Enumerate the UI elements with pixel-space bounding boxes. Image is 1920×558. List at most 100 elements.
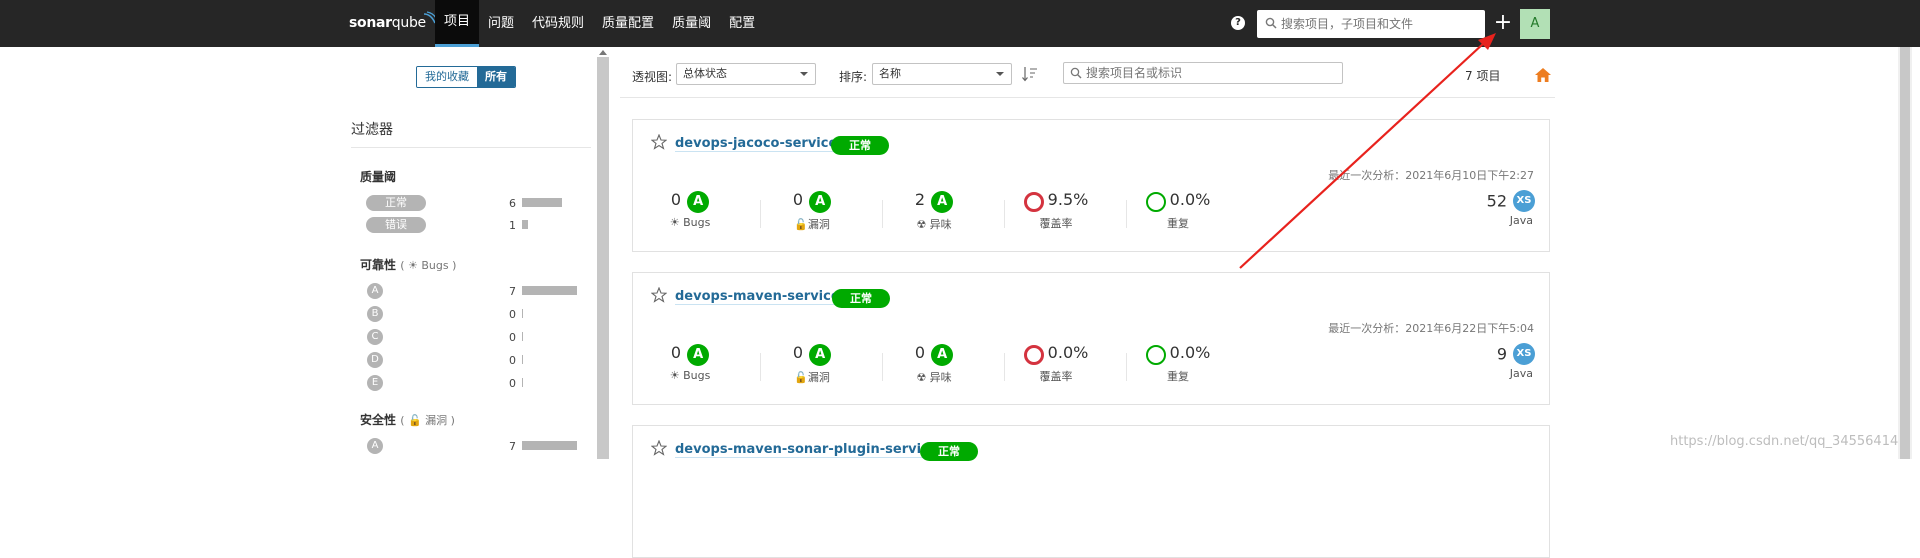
metric-bugs[interactable]: 0A ☀ Bugs [645, 190, 735, 229]
project-card: devops-maven-sonar-plugin-service 正常 [632, 425, 1550, 558]
add-icon[interactable]: + [1493, 9, 1513, 37]
facet-quality-gate-ok[interactable]: 正常 [366, 195, 426, 211]
facet-reliability-rating-b[interactable]: B [367, 306, 383, 322]
bugs-label: ☀ Bugs [645, 216, 735, 229]
sort-direction-icon[interactable] [1022, 66, 1038, 82]
star-icon[interactable] [651, 287, 667, 303]
facet-count: 1 [509, 219, 516, 232]
perspective-value: 总体状态 [683, 67, 727, 80]
watermark: https://blog.csdn.net/qq_34556414 [1670, 434, 1899, 449]
sonarqube-logo[interactable]: sonarqube [349, 11, 437, 31]
facet-count: 0 [509, 308, 516, 321]
metric-bugs[interactable]: 0A ☀ Bugs [645, 343, 735, 382]
perspective-label: 透视图: [632, 70, 673, 84]
language: Java [1509, 367, 1533, 380]
loc-value: 9 [1496, 344, 1507, 364]
metric-duplications[interactable]: 0.0% 重复 [1133, 343, 1223, 384]
sort-select[interactable]: 名称 [872, 63, 1012, 85]
sidebar-scroll-up-icon[interactable] [599, 50, 607, 55]
project-card: devops-jacoco-service 正常 最近一次分析：2021年6月1… [632, 119, 1550, 252]
metric-coverage[interactable]: 9.5% 覆盖率 [1011, 190, 1101, 231]
global-search[interactable] [1257, 10, 1485, 38]
facet-bar [522, 378, 523, 387]
help-icon[interactable]: ? [1231, 16, 1245, 30]
coverage-value: 9.5% [1047, 190, 1089, 209]
perspective-select[interactable]: 总体状态 [676, 63, 816, 85]
status-badge: 正常 [920, 442, 978, 461]
code-smells-rating: A [931, 343, 954, 366]
facet-bar [522, 220, 528, 229]
bugs-label-text: Bugs [683, 368, 711, 382]
duplications-label: 重复 [1167, 369, 1189, 383]
code-smells-label-text: 异味 [929, 217, 952, 231]
radiation-icon: ☢ [916, 217, 930, 231]
project-size[interactable]: 9 XS Java [1497, 343, 1535, 380]
global-search-input[interactable] [1281, 15, 1479, 33]
project-name-link[interactable]: devops-jacoco-service [675, 136, 838, 152]
facet-bar [522, 332, 523, 341]
search-icon [1265, 17, 1277, 29]
page-scrollbar[interactable] [1898, 47, 1912, 459]
metric-code-smells[interactable]: 2A ☢ 异味 [889, 190, 979, 232]
nav-rules[interactable]: 代码规则 [523, 0, 593, 47]
facet-reliability-rating-d[interactable]: D [367, 352, 383, 368]
home-icon[interactable] [1535, 68, 1551, 82]
project-name-link[interactable]: devops-maven-sonar-plugin-service [675, 442, 938, 458]
facet-reliability-title: 可靠性 ( ☀ Bugs ) [360, 256, 456, 273]
facet-reliability-rating-c[interactable]: C [367, 329, 383, 345]
facet-bar [522, 198, 562, 207]
size-badge: XS [1513, 343, 1535, 365]
last-analysis: 最近一次分析：2021年6月10日下午2:27 [1328, 169, 1534, 182]
duplications-value: 0.0% [1169, 343, 1211, 362]
project-card: devops-maven-service 正常 最近一次分析：2021年6月22… [632, 272, 1550, 405]
divider [1126, 353, 1127, 381]
toggle-all[interactable]: 所有 [477, 67, 515, 87]
code-smells-rating: A [931, 190, 954, 213]
facet-count: 7 [509, 440, 516, 453]
metric-vulnerabilities[interactable]: 0A 🔓漏洞 [767, 343, 857, 385]
vulnerabilities-label: 🔓漏洞 [767, 369, 857, 385]
sidebar-scrollbar[interactable] [597, 57, 609, 459]
metric-code-smells[interactable]: 0A ☢ 异味 [889, 343, 979, 385]
status-badge: 正常 [831, 136, 889, 155]
projects-main: 透视图: 总体状态 排序: 名称 7 项目 devops-jacoco-serv… [620, 47, 1555, 558]
facet-quality-gate-error[interactable]: 错误 [366, 217, 426, 233]
metric-coverage[interactable]: 0.0% 覆盖率 [1011, 343, 1101, 384]
metric-vulnerabilities[interactable]: 0A 🔓漏洞 [767, 190, 857, 232]
vulnerabilities-rating: A [809, 190, 832, 213]
toggle-favorites[interactable]: 我的收藏 [417, 67, 477, 87]
code-smells-value: 0 [914, 343, 926, 362]
star-icon[interactable] [651, 440, 667, 456]
size-badge: XS [1513, 190, 1535, 212]
divider [760, 200, 761, 228]
bugs-value: 0 [670, 190, 682, 209]
page-scrollbar-thumb[interactable] [1900, 47, 1910, 459]
star-icon[interactable] [651, 134, 667, 150]
facet-security-rating-a[interactable]: A [367, 438, 383, 454]
nav-quality-gates[interactable]: 质量阈 [663, 0, 720, 47]
facet-reliability-rating-a[interactable]: A [367, 283, 383, 299]
nav-issues[interactable]: 问题 [479, 0, 523, 47]
project-search[interactable] [1063, 62, 1343, 84]
search-icon [1070, 67, 1082, 79]
loc-value: 52 [1486, 191, 1507, 211]
main-nav: 项目 问题 代码规则 质量配置 质量阈 配置 [435, 0, 764, 47]
favorites-toggle: 我的收藏 所有 [416, 66, 516, 88]
user-avatar[interactable]: A [1520, 9, 1550, 39]
duplications-ring-icon [1145, 344, 1166, 365]
divider [351, 147, 591, 148]
facet-security-label: 安全性 [360, 413, 397, 427]
bugs-label-text: Bugs [683, 215, 711, 229]
project-size[interactable]: 52 XS Java [1487, 190, 1535, 227]
project-search-input[interactable] [1086, 65, 1336, 81]
nav-quality-profiles[interactable]: 质量配置 [593, 0, 663, 47]
project-name-link[interactable]: devops-maven-service [675, 289, 840, 305]
coverage-ring-icon [1023, 191, 1044, 212]
facet-bar [522, 441, 577, 450]
nav-administration[interactable]: 配置 [720, 0, 764, 47]
facet-reliability-rating-e[interactable]: E [367, 375, 383, 391]
projects-toolbar: 透视图: 总体状态 排序: 名称 7 项目 [620, 47, 1555, 98]
metric-duplications[interactable]: 0.0% 重复 [1133, 190, 1223, 231]
nav-projects[interactable]: 项目 [435, 0, 480, 47]
language: Java [1509, 214, 1533, 227]
